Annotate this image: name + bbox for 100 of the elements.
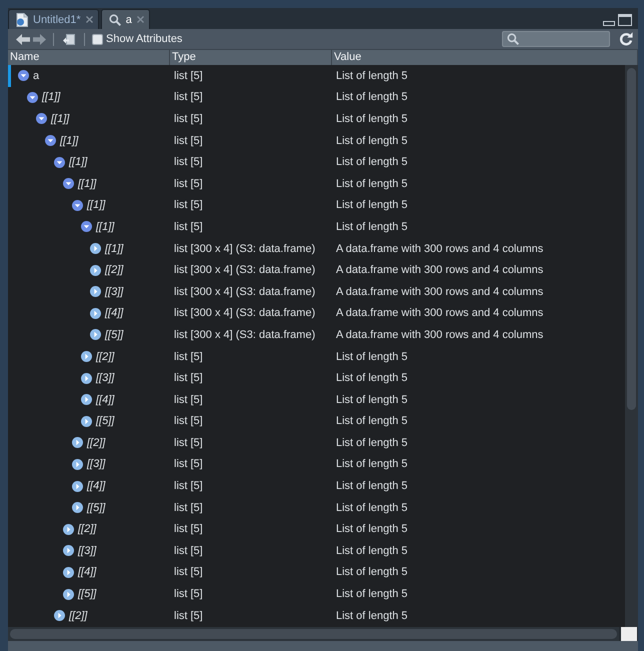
type-text: list [300 x 4] (S3: data.frame) (174, 264, 316, 276)
caret-right-icon[interactable] (72, 480, 83, 492)
value-text: List of length 5 (336, 70, 408, 82)
caret-right-icon[interactable] (90, 308, 101, 319)
node-name: [[2]] (69, 610, 88, 622)
tree-row[interactable]: [[5]] list [5] List of length 5 (8, 410, 625, 432)
checkbox[interactable] (92, 34, 103, 44)
refresh-icon[interactable] (619, 32, 633, 46)
caret-right-icon[interactable] (63, 588, 74, 600)
caret-right-icon[interactable] (54, 610, 65, 622)
tree-row[interactable]: [[5]] list [5] List of length 5 (8, 496, 625, 518)
caret-right-icon[interactable] (90, 329, 101, 340)
caret-down-icon[interactable] (27, 92, 38, 103)
tree-row[interactable]: [[5]] list [300 x 4] (S3: data.frame) A data.frame with 300 rows and 4 columns (8, 324, 625, 346)
tree-row[interactable]: [[1]] list [5] List of length 5 (8, 172, 625, 195)
tree-row[interactable]: [[2]] list [5] List of length 5 (8, 432, 625, 454)
type-text: list [5] (174, 156, 203, 168)
tree-row[interactable]: [[4]] list [300 x 4] (S3: data.frame) A data.frame with 300 rows and 4 columns (8, 302, 625, 324)
caret-down-icon[interactable] (63, 178, 74, 190)
caret-right-icon[interactable] (81, 416, 92, 427)
node-name: [[2]] (87, 436, 106, 449)
tree-row[interactable]: [[2]] list [5] List of length 5 (8, 346, 625, 368)
tree-row[interactable]: [[4]] list [5] List of length 5 (8, 475, 625, 497)
caret-down-icon[interactable] (81, 221, 92, 232)
caret-down-icon[interactable] (18, 70, 29, 82)
tree-row[interactable]: [[3]] list [5] List of length 5 (8, 367, 625, 389)
vertical-scrollbar[interactable] (625, 65, 638, 627)
tree-row[interactable]: [[1]] list [5] List of length 5 (8, 130, 625, 152)
node-name: a (33, 70, 40, 82)
value-text: List of length 5 (336, 178, 408, 190)
value-text: List of length 5 (336, 588, 408, 600)
caret-down-icon[interactable] (72, 200, 83, 211)
value-text: List of length 5 (336, 610, 408, 622)
node-name: [[2]] (78, 523, 96, 536)
left-arrow-icon[interactable] (16, 34, 30, 44)
caret-right-icon[interactable] (81, 351, 92, 362)
caret-right-icon[interactable] (63, 524, 74, 535)
caret-right-icon[interactable] (90, 264, 101, 276)
search-icon (108, 14, 121, 26)
tree-row[interactable]: [[2]] list [5] List of length 5 (8, 604, 625, 626)
tree-row[interactable]: [[2]] list [5] List of length 5 (8, 518, 625, 540)
caret-right-icon[interactable] (72, 502, 83, 514)
type-text: list [5] (174, 502, 203, 514)
tree-row[interactable]: [[3]] list [5] List of length 5 (8, 540, 625, 562)
caret-down-icon[interactable] (45, 135, 56, 146)
type-text: list [5] (174, 458, 203, 470)
tree-row[interactable]: [[3]] list [5] List of length 5 (8, 454, 625, 476)
type-text: list [5] (174, 134, 203, 147)
type-text: list [5] (174, 112, 203, 125)
caret-right-icon[interactable] (72, 437, 83, 448)
tree-row[interactable]: [[4]] list [5] List of length 5 (8, 562, 625, 584)
minimize-icon[interactable] (603, 21, 615, 26)
caret-right-icon[interactable] (72, 458, 83, 470)
value-text: List of length 5 (336, 134, 408, 147)
search-field[interactable] (502, 31, 610, 47)
node-name: [[4]] (96, 394, 114, 406)
node-name: [[1]] (78, 178, 96, 190)
value-text: A data.frame with 300 rows and 4 columns (336, 307, 544, 320)
caret-down-icon[interactable] (36, 113, 47, 124)
scrollbar-thumb[interactable] (627, 68, 636, 410)
tree-row[interactable]: [[1]] list [5] List of length 5 (8, 108, 625, 130)
type-text: list [300 x 4] (S3: data.frame) (174, 328, 316, 341)
value-text: List of length 5 (336, 502, 408, 514)
tab[interactable]: a (100, 9, 150, 29)
tree-row[interactable]: [[1]] list [300 x 4] (S3: data.frame) A data.frame with 300 rows and 4 columns (8, 238, 625, 260)
value-text: List of length 5 (336, 372, 408, 384)
value-text: List of length 5 (336, 544, 408, 557)
node-name: [[3]] (87, 458, 106, 470)
scrollbar-corner (621, 627, 637, 641)
type-text: list [5] (174, 91, 203, 104)
caret-right-icon[interactable] (90, 243, 101, 254)
node-name: [[1]] (69, 156, 88, 168)
node-name: [[1]] (105, 242, 124, 255)
value-text: List of length 5 (336, 220, 408, 233)
type-text: list [5] (174, 199, 203, 212)
type-text: list [5] (174, 566, 203, 578)
caret-right-icon[interactable] (81, 394, 92, 406)
tree-row[interactable]: [[1]] list [5] List of length 5 (8, 151, 625, 173)
tree-row[interactable]: [[4]] list [5] List of length 5 (8, 388, 625, 410)
caret-down-icon[interactable] (54, 156, 65, 168)
type-text: list [5] (174, 350, 203, 363)
tree-row[interactable]: [[1]] list [5] List of length 5 (8, 194, 625, 216)
caret-right-icon[interactable] (63, 566, 74, 578)
tree-row[interactable]: [[2]] list [300 x 4] (S3: data.frame) A data.frame with 300 rows and 4 columns (8, 259, 625, 281)
node-name: [[4]] (105, 307, 124, 320)
node-name: [[5]] (78, 588, 96, 600)
caret-right-icon[interactable] (63, 545, 74, 556)
tab[interactable]: Untitled1* (8, 9, 99, 29)
tree-row[interactable]: a list [5] List of length 5 (8, 65, 625, 87)
maximize-icon[interactable] (618, 14, 632, 26)
caret-right-icon[interactable] (90, 286, 101, 298)
checkbox-label[interactable]: Show Attributes (106, 33, 182, 45)
caret-right-icon[interactable] (81, 372, 92, 384)
tree-row[interactable]: [[3]] list [300 x 4] (S3: data.frame) A data.frame with 300 rows and 4 columns (8, 280, 625, 303)
tree-row[interactable]: [[1]] list [5] List of length 5 (8, 216, 625, 238)
value-text: List of length 5 (336, 199, 408, 212)
type-text: list [5] (174, 436, 203, 449)
tree-row[interactable]: [[5]] list [5] List of length 5 (8, 583, 625, 605)
close-icon[interactable] (86, 16, 93, 23)
tree-row[interactable]: [[1]] list [5] List of length 5 (8, 86, 625, 108)
